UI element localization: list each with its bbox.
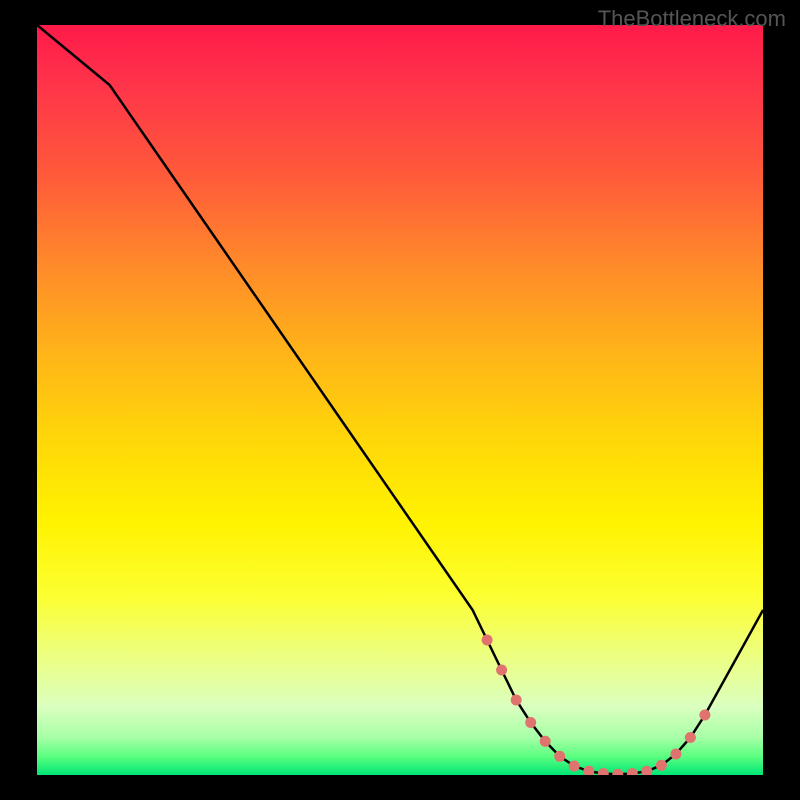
curve-marker	[496, 665, 507, 676]
curve-marker	[540, 736, 551, 747]
curve-marker	[699, 710, 710, 721]
chart-area	[37, 25, 763, 775]
curve-marker	[612, 769, 623, 775]
marker-layer	[482, 635, 711, 776]
watermark-text: TheBottleneck.com	[598, 6, 786, 32]
curve-marker	[525, 717, 536, 728]
curve-marker	[482, 635, 493, 646]
curve-marker	[685, 732, 696, 743]
curve-marker	[627, 768, 638, 775]
curve-marker	[670, 749, 681, 760]
curve-marker	[641, 766, 652, 775]
curve-marker	[583, 766, 594, 775]
curve-marker	[554, 751, 565, 762]
bottleneck-curve	[37, 25, 763, 774]
curve-marker	[511, 695, 522, 706]
curve-marker	[598, 768, 609, 775]
curve-layer	[37, 25, 763, 774]
curve-marker	[569, 761, 580, 772]
chart-svg	[37, 25, 763, 775]
curve-marker	[656, 760, 667, 771]
